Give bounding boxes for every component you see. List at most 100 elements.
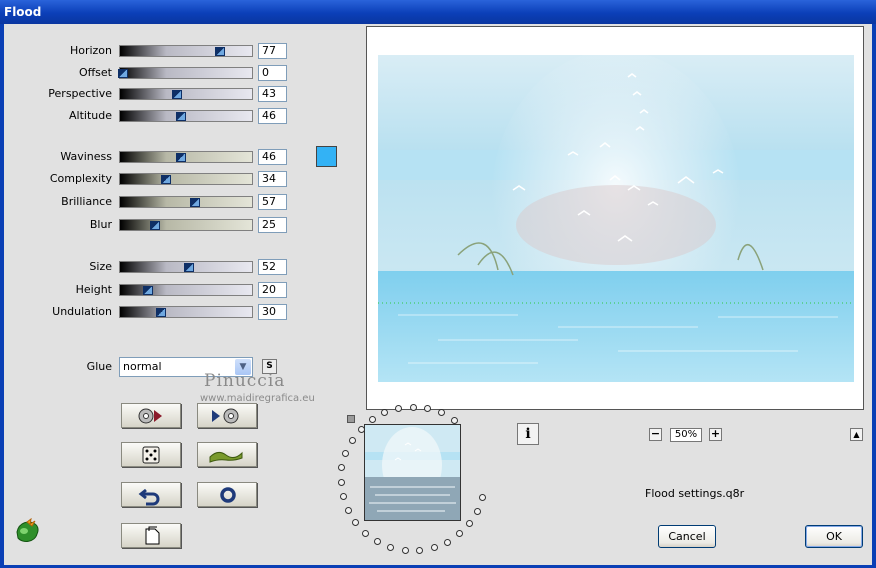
slider-track-brilliance[interactable] <box>119 196 253 208</box>
wave-icon <box>209 451 243 463</box>
info-button[interactable]: i <box>517 423 539 445</box>
slider-value-horizon[interactable]: 77 <box>258 43 287 59</box>
slider-value-size[interactable]: 52 <box>258 259 287 275</box>
undo-arrow-icon <box>138 488 160 506</box>
disc-play-icon <box>138 408 162 424</box>
water-color-swatch[interactable] <box>316 146 337 167</box>
glue-value: normal <box>123 360 162 373</box>
slider-track-blur[interactable] <box>119 219 253 231</box>
slider-label-complexity: Complexity <box>49 172 112 185</box>
slider-label-horizon: Horizon <box>69 44 112 57</box>
slider-thumb-perspective[interactable] <box>172 90 183 99</box>
ring-dot[interactable] <box>374 538 382 546</box>
preview-thumbnail[interactable] <box>364 424 461 521</box>
thumbnail-image <box>365 425 460 520</box>
ring-dot[interactable] <box>455 530 463 538</box>
reset-button[interactable] <box>197 482 257 507</box>
slider-thumb-undulation[interactable] <box>155 308 166 317</box>
ring-dot[interactable] <box>362 529 370 537</box>
copy-button[interactable] <box>121 523 181 548</box>
slider-track-size[interactable] <box>119 261 253 273</box>
ring-dot[interactable] <box>430 544 438 552</box>
ring-dot[interactable] <box>424 405 432 413</box>
ring-dot[interactable] <box>368 416 376 424</box>
slider-track-undulation[interactable] <box>119 306 253 318</box>
ring-dot[interactable] <box>337 478 345 486</box>
collapse-up-button[interactable]: ▲ <box>850 428 863 441</box>
slider-thumb-horizon[interactable] <box>215 47 226 56</box>
ring-dot[interactable] <box>342 450 350 458</box>
slider-label-perspective: Perspective <box>48 87 112 100</box>
slider-value-waviness[interactable]: 46 <box>258 149 287 165</box>
ring-dot[interactable] <box>344 506 352 514</box>
slider-thumb-altitude[interactable] <box>175 112 186 121</box>
slider-label-height: Height <box>75 283 112 296</box>
slider-value-complexity[interactable]: 34 <box>258 171 287 187</box>
slider-value-undulation[interactable]: 30 <box>258 304 287 320</box>
zoom-out-button[interactable]: − <box>649 428 662 441</box>
ring-dot[interactable] <box>450 416 458 424</box>
ring-dot[interactable] <box>466 520 474 528</box>
slider-label-size: Size <box>89 260 112 273</box>
ring-dot[interactable] <box>348 437 356 445</box>
slider-thumb-blur[interactable] <box>149 221 160 230</box>
play-disc-icon <box>212 408 239 424</box>
ring-dot[interactable] <box>473 507 481 515</box>
ring-dot[interactable] <box>409 403 417 411</box>
slider-label-waviness: Waviness <box>60 150 112 163</box>
slider-thumb-height[interactable] <box>143 286 154 295</box>
zoom-in-button[interactable]: + <box>709 428 722 441</box>
ring-dot[interactable] <box>401 547 409 555</box>
flood-preview-image <box>378 55 854 382</box>
slider-value-altitude[interactable]: 46 <box>258 108 287 124</box>
slider-track-offset[interactable] <box>118 67 253 79</box>
ring-dot[interactable] <box>387 544 395 552</box>
ring-dot[interactable] <box>416 547 424 555</box>
slider-track-height[interactable] <box>119 284 253 296</box>
ring-dot[interactable] <box>395 404 403 412</box>
slider-thumb-offset[interactable] <box>118 69 128 78</box>
window-title: Flood <box>4 5 42 19</box>
zoom-level: 50% <box>670 428 702 442</box>
thumbnail-handle[interactable] <box>347 415 355 423</box>
slider-thumb-waviness[interactable] <box>175 153 186 162</box>
slider-value-blur[interactable]: 25 <box>258 217 287 233</box>
slider-thumb-brilliance[interactable] <box>189 198 200 207</box>
undo-button[interactable] <box>121 482 181 507</box>
title-bar: Flood <box>0 0 876 24</box>
load-preset-button[interactable] <box>121 403 181 428</box>
slider-track-altitude[interactable] <box>119 110 253 122</box>
ring-dot[interactable] <box>338 464 346 472</box>
slider-label-blur: Blur <box>89 218 112 231</box>
slider-value-perspective[interactable]: 43 <box>258 86 287 102</box>
glue-label: Glue <box>86 360 112 373</box>
slider-value-brilliance[interactable]: 57 <box>258 194 287 210</box>
cancel-button[interactable]: Cancel <box>658 525 716 548</box>
slider-value-offset[interactable]: 0 <box>258 65 287 81</box>
slider-thumb-size[interactable] <box>183 263 194 272</box>
ring-dot[interactable] <box>352 519 360 527</box>
ring-dot[interactable] <box>381 409 389 417</box>
slider-label-undulation: Undulation <box>52 305 112 318</box>
ring-dot[interactable] <box>479 494 487 502</box>
slider-value-height[interactable]: 20 <box>258 282 287 298</box>
slider-track-horizon[interactable] <box>119 45 253 57</box>
randomize-button[interactable] <box>121 442 181 467</box>
ok-button[interactable]: OK <box>805 525 863 548</box>
document-icon <box>145 526 160 545</box>
save-preset-button[interactable] <box>197 403 257 428</box>
slider-label-brilliance: Brilliance <box>61 195 112 208</box>
wave-button[interactable] <box>197 442 257 467</box>
settings-filename: Flood settings.q8r <box>645 487 745 500</box>
preview-panel[interactable] <box>366 26 864 410</box>
app-logo-icon <box>16 518 39 542</box>
slider-track-waviness[interactable] <box>119 151 253 163</box>
dice-icon <box>142 446 160 464</box>
slider-label-offset: Offset <box>78 66 112 79</box>
slider-track-complexity[interactable] <box>119 173 253 185</box>
slider-track-perspective[interactable] <box>119 88 253 100</box>
ring-dot[interactable] <box>438 409 446 417</box>
ring-dot[interactable] <box>339 493 347 501</box>
slider-thumb-complexity[interactable] <box>160 175 171 184</box>
ring-dot[interactable] <box>443 538 451 546</box>
